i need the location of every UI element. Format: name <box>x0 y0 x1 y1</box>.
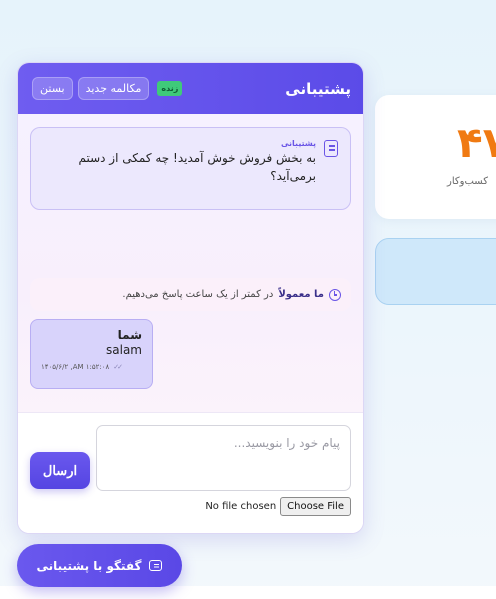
response-time-note: ما معمولاً در کمتر از یک ساعت پاسخ می‌ده… <box>30 278 351 311</box>
user-message-text: salam <box>106 343 142 357</box>
response-note-bold: ما معمولاً <box>278 289 324 300</box>
document-icon <box>324 140 338 157</box>
message-input[interactable] <box>96 425 351 491</box>
stat-label: کسب‌وکار <box>447 176 488 187</box>
choose-file-button[interactable]: Choose File <box>280 497 351 516</box>
stat-number: ۴۷ <box>457 118 496 167</box>
launcher-label: گفتگو با پشتیبانی <box>36 558 142 573</box>
message-sender: پشتیبانی <box>280 139 316 148</box>
info-card[interactable] <box>375 238 496 305</box>
user-message-sender: شما <box>117 328 142 342</box>
header-actions: بستن مکالمه جدید زنده <box>32 77 183 100</box>
live-status-badge: زنده <box>157 81 183 96</box>
send-button[interactable]: ارسال <box>30 452 90 489</box>
close-button[interactable]: بستن <box>32 77 73 100</box>
support-message: پشتیبانی به بخش فروش خوش آمدید! چه کمکی … <box>30 127 351 210</box>
chat-panel: بستن مکالمه جدید زنده پشتیبانی پشتیبانی … <box>17 62 364 534</box>
double-check-icon: ✓✓ <box>113 363 123 371</box>
message-list[interactable]: پشتیبانی به بخش فروش خوش آمدید! چه کمکی … <box>18 114 363 413</box>
open-support-chat-button[interactable]: گفتگو با پشتیبانی <box>17 544 182 587</box>
new-chat-button[interactable]: مکالمه جدید <box>77 77 150 100</box>
message-composer: ارسال No file chosen Choose File <box>18 413 363 533</box>
page-footer-strip <box>0 586 496 599</box>
no-file-label: No file chosen <box>205 501 277 512</box>
clock-icon <box>329 288 341 301</box>
chat-header: بستن مکالمه جدید زنده پشتیبانی <box>18 63 363 114</box>
message-text: به بخش فروش خوش آمدید! چه کمکی از دستم ب… <box>78 151 316 183</box>
chat-title: پشتیبانی <box>285 79 351 98</box>
file-input: No file chosen Choose File <box>205 497 351 516</box>
user-message: شما salam ۱۴۰۵/۶/۲ ,AM ۱:۵۲:۰۸ ✓✓ <box>30 319 153 389</box>
response-note-text: در کمتر از یک ساعت پاسخ می‌دهیم. <box>122 289 274 300</box>
chat-icon <box>149 560 163 571</box>
message-timestamp: ۱۴۰۵/۶/۲ ,AM ۱:۵۲:۰۸ <box>41 363 110 371</box>
